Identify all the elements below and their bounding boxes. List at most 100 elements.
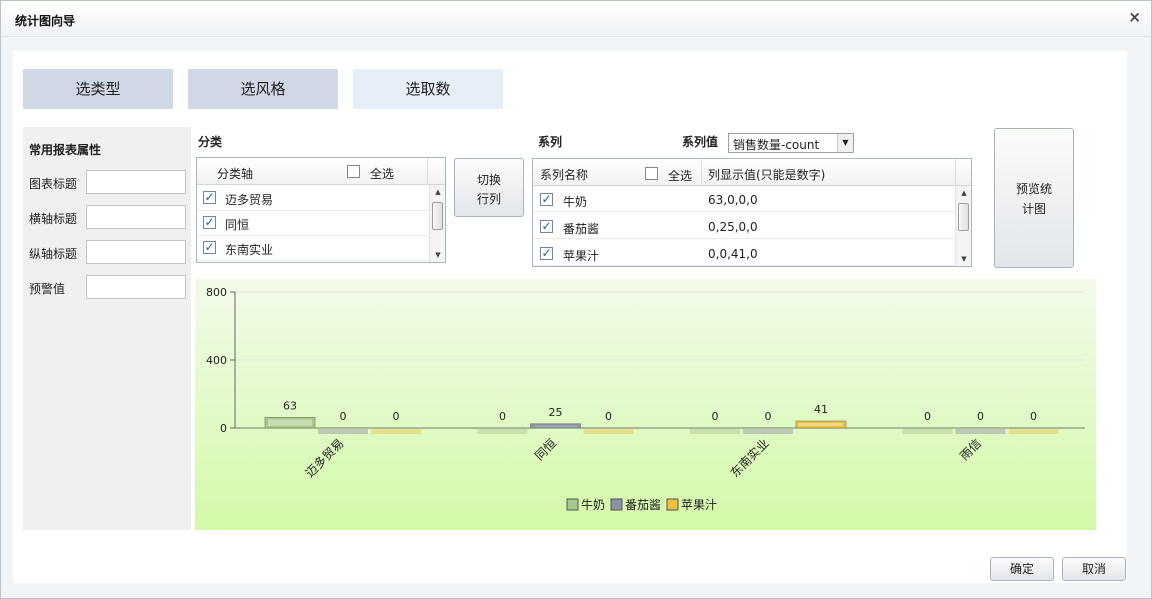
series-name: 番茄酱 [563,222,600,236]
scroll-up-icon[interactable]: ▲ [956,189,971,197]
swap-button-label: 切换行列 [476,173,501,206]
step-tab-data[interactable]: 选取数 [353,69,503,109]
series-scrollbar[interactable]: ▲ ▼ [955,186,971,266]
bar-highlight [268,419,312,426]
scroll-thumb[interactable] [432,202,443,230]
step-tab-style[interactable]: 选风格 [188,69,338,109]
close-icon[interactable]: × [1128,10,1141,25]
legend-label: 牛奶 [581,497,605,512]
report-properties-panel: 常用报表属性 图表标题 横轴标题 纵轴标题 预警值 [23,127,191,530]
data-label: 0 [340,410,347,423]
series-value-selected: 销售数量-count [733,138,820,152]
chart-title-label: 图表标题 [29,177,78,191]
series-name-header: 系列名称 [540,168,589,182]
series-row[interactable]: ✓ 苹果汁 0,0,41,0 [533,241,955,266]
x-axis-title-input[interactable] [86,205,186,229]
series-checkbox[interactable]: ✓ [540,193,553,206]
legend-swatch [566,498,579,511]
cancel-button[interactable]: 取消 [1062,557,1126,581]
category-axis-header: 分类轴 [217,167,254,181]
series-grid-header: 系列名称 全选 列显示值(只能是数字) [533,159,971,186]
warning-value-input[interactable] [86,275,186,299]
category-scrollbar[interactable]: ▲ ▼ [429,185,445,262]
category-label: 分类 [198,135,223,149]
bar [371,429,421,434]
chart-background [195,279,1096,530]
legend-swatch [666,498,679,511]
data-label: 0 [499,410,506,423]
bar [902,429,953,434]
series-value-select[interactable]: 销售数量-count ▼ [728,133,854,153]
bar [690,429,740,434]
category-checkbox[interactable]: ✓ [203,191,216,204]
category-row[interactable]: ✓ 东南实业 [197,236,430,261]
warning-value-label: 预警值 [29,282,66,296]
bar [743,429,793,434]
bar [477,429,528,434]
preview-chart-button[interactable]: 预览统计图 [994,128,1074,268]
y-tick-label: 400 [206,354,227,367]
series-grid: 系列名称 全选 列显示值(只能是数字) ✓ 牛奶 63,0,0,0 ✓ 番茄酱 … [532,158,972,267]
series-value-label: 系列值 [682,135,719,149]
header-divider [701,159,702,186]
series-name: 牛奶 [563,195,588,209]
category-name: 东南实业 [225,243,274,257]
data-label: 0 [712,410,719,423]
chevron-down-icon[interactable]: ▼ [837,134,853,152]
category-row[interactable]: ✓ 同恒 [197,211,430,236]
series-values[interactable]: 63,0,0,0 [708,193,758,207]
series-checkbox[interactable]: ✓ [540,220,553,233]
header-divider [955,159,956,186]
category-checkbox[interactable]: ✓ [203,216,216,229]
chart-title-input[interactable] [86,170,186,194]
scroll-down-icon[interactable]: ▼ [430,251,445,259]
header-divider [427,158,428,185]
swap-rows-columns-button[interactable]: 切换行列 [454,158,524,217]
y-tick-label: 0 [220,422,227,435]
ok-button[interactable]: 确定 [990,557,1054,581]
chart-wizard-dialog: 统计图向导 × 选类型 选风格 选取数 常用报表属性 图表标题 横轴标题 纵轴标… [0,0,1152,599]
series-select-all-checkbox[interactable] [645,167,658,180]
category-select-all-label: 全选 [370,167,395,181]
legend-swatch [610,498,623,511]
step-tab-type[interactable]: 选类型 [23,69,173,109]
series-checkbox[interactable]: ✓ [540,247,553,260]
series-select-all-label: 全选 [668,169,693,183]
bar [318,429,368,434]
bar [955,429,1006,434]
category-checkbox[interactable]: ✓ [203,241,216,254]
series-values[interactable]: 0,0,41,0 [708,247,758,261]
wizard-content: 选类型 选风格 选取数 常用报表属性 图表标题 横轴标题 纵轴标题 预警值 分类… [13,51,1127,583]
scroll-down-icon[interactable]: ▼ [956,255,971,263]
scroll-thumb[interactable] [958,203,969,231]
dialog-title: 统计图向导 [15,14,76,28]
preview-button-label: 预览统计图 [1015,182,1052,216]
title-bar: 统计图向导 × [1,1,1151,37]
properties-title: 常用报表属性 [29,143,102,157]
data-label: 0 [924,410,931,423]
legend-label: 番茄酱 [625,497,661,512]
x-axis-title-label: 横轴标题 [29,212,78,226]
chart-preview: 0400800630 0迈多贸易0 25 0同恒0 041东南实业0 0 0雨信牛奶 番茄酱苹… [195,279,1096,530]
series-row[interactable]: ✓ 番茄酱 0,25,0,0 [533,214,955,239]
bar [583,429,634,434]
bar-highlight [533,425,578,427]
scroll-up-icon[interactable]: ▲ [430,188,445,196]
category-name: 同恒 [225,218,250,232]
category-name: 迈多贸易 [225,193,274,207]
data-label: 0 [393,410,400,423]
series-values[interactable]: 0,25,0,0 [708,220,758,234]
bar-highlight [799,423,843,426]
y-axis-title-input[interactable] [86,240,186,264]
category-grid: 分类轴 全选 ✓ 迈多贸易 ✓ 同恒 ✓ 东南实业 ▲ ▼ [196,157,446,263]
category-select-all-checkbox[interactable] [347,165,360,178]
y-tick-label: 800 [206,286,227,299]
data-label: 63 [283,399,297,412]
series-row[interactable]: ✓ 牛奶 63,0,0,0 [533,187,955,212]
series-label: 系列 [538,135,563,149]
data-label: 0 [977,410,984,423]
category-row[interactable]: ✓ 迈多贸易 [197,186,430,211]
data-label: 41 [814,403,828,416]
y-axis-title-label: 纵轴标题 [29,247,78,261]
data-label: 0 [1030,410,1037,423]
